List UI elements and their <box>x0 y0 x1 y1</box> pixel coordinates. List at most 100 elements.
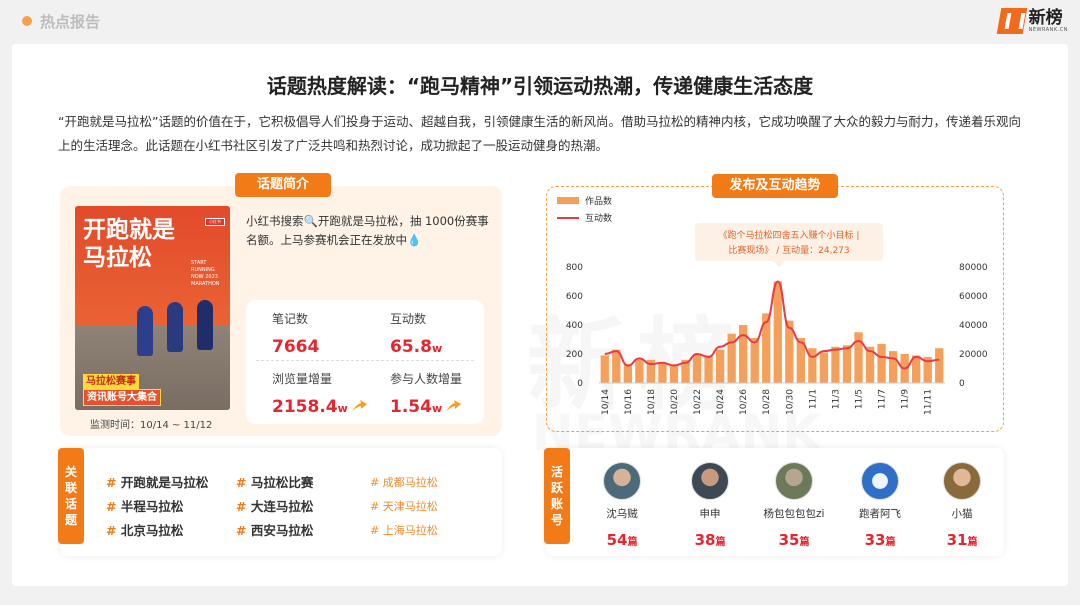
bar <box>692 354 702 383</box>
poster-tag: 资讯账号大集合 <box>83 389 161 406</box>
x-tick-label: 10/26 <box>739 389 749 415</box>
x-tick-label: 11/5 <box>855 389 865 409</box>
bar <box>819 352 829 383</box>
active-accounts-panel: 活跃账号 沈乌贼 54篇 申申 38篇 杨包包包包zi 35篇 跑者阿飞 33篇… <box>544 448 1004 556</box>
bar <box>877 343 886 383</box>
bar <box>635 359 644 383</box>
bar <box>623 364 632 383</box>
y-right-tick-label: 0 <box>959 379 965 389</box>
section-dot-icon <box>22 16 32 26</box>
bar <box>715 349 725 383</box>
y-left-tick-label: 600 <box>566 292 583 302</box>
avatar[interactable] <box>603 462 641 500</box>
x-tick-label: 10/20 <box>670 389 680 415</box>
poster-title: 开跑就是马拉松 <box>83 217 175 271</box>
account-item[interactable]: 跑者阿飞 33篇 <box>842 462 918 549</box>
active-accounts-label: 活跃账号 <box>544 448 570 544</box>
y-right-tick-label: 80000 <box>959 263 988 273</box>
trend-chart: 作品数互动数 0 200 400 600 800 0 20000 40000 60000 80000… <box>557 195 988 415</box>
avatar[interactable] <box>943 462 981 500</box>
x-tick-label: 11/9 <box>901 389 911 409</box>
x-tick-label: 11/11 <box>924 389 934 415</box>
poster-subtitle: START RUNNING NOW 2023 MARATHON <box>191 260 220 287</box>
bar <box>842 345 852 383</box>
trend-panel: 发布及互动趋势 作品数 互动数 0 200 400 600 800 0 20000 40000 60… <box>546 174 1004 432</box>
legend-label: 作品数 <box>585 195 612 207</box>
bar <box>831 346 840 383</box>
related-topic[interactable]: # 大连马拉松 <box>236 496 313 515</box>
related-topic[interactable]: # 上海马拉松 <box>370 522 438 538</box>
topic-poster-image: 开跑就是马拉松 小红书 START RUNNING NOW 2023 MARAT… <box>75 206 230 410</box>
annotation-pointer-icon <box>773 261 785 267</box>
poster-badge: 小红书 <box>205 218 225 226</box>
x-tick-label: 10/24 <box>716 389 726 415</box>
related-topic[interactable]: # 开跑就是马拉松 <box>106 472 208 491</box>
runner-figure <box>197 300 213 350</box>
legend-label: 互动数 <box>585 212 612 224</box>
x-tick-label: 11/1 <box>808 389 818 409</box>
account-item[interactable]: 申申 38篇 <box>672 462 748 549</box>
bar <box>854 332 863 383</box>
x-tick-label: 10/30 <box>785 389 795 415</box>
report-card: 新榜 NEWRANK 话题热度解读：“跑马精神”引领运动热潮，传递健康生活态度 … <box>12 44 1068 586</box>
related-topic[interactable]: # 天津马拉松 <box>370 498 438 514</box>
annotation-title: 《跑个马拉松四舍五入赚个小目标 | <box>719 229 860 241</box>
x-tick-label: 10/28 <box>762 389 772 415</box>
stat-views-increase: 浏览量增量 2158.4w <box>272 370 382 417</box>
arrow-up-icon <box>351 400 367 412</box>
related-topics-label: 关联话题 <box>58 448 84 544</box>
related-topic[interactable]: # 马拉松比赛 <box>236 472 313 491</box>
bar <box>888 351 898 383</box>
y-left-tick-label: 800 <box>566 263 583 273</box>
newrank-logo: 新榜 NEWRANK.CN <box>996 8 1068 34</box>
avatar[interactable] <box>861 462 899 500</box>
avatar[interactable] <box>775 462 813 500</box>
topic-panel: 话题简介 开跑就是马拉松 小红书 START RUNNING NOW 2023 … <box>60 173 502 436</box>
page-title: 话题热度解读：“跑马精神”引领运动热潮，传递健康生活态度 <box>266 74 814 98</box>
logo-text: 新榜 <box>1028 8 1063 28</box>
y-right-tick-label: 60000 <box>959 292 988 302</box>
bar <box>669 364 679 383</box>
topic-description: 小红书搜索🔍开跑就是马拉松，抽 1000份赛事名额。上马参赛机会正在发放中💧 <box>246 214 489 247</box>
annotation-title-2: 比赛现场》 / 互动量：24,273 <box>728 244 849 256</box>
x-tick-label: 10/18 <box>647 389 657 415</box>
avatar[interactable] <box>691 462 729 500</box>
section-title: 热点报告 <box>40 13 101 31</box>
account-item[interactable]: 小猫 31篇 <box>924 462 1000 549</box>
account-item[interactable]: 沈乌贼 54篇 <box>584 462 660 549</box>
x-tick-label: 10/16 <box>624 389 634 415</box>
bar <box>600 355 609 383</box>
top-bar: 热点报告 新榜 NEWRANK.CN <box>0 0 1080 44</box>
related-topic[interactable]: # 北京马拉松 <box>106 520 183 539</box>
y-right-tick-label: 40000 <box>959 321 988 331</box>
related-topics-panel: 关联话题 # 开跑就是马拉松 # 半程马拉松 # 北京马拉松 # 马拉松比赛 #… <box>58 448 502 556</box>
x-tick-label: 11/7 <box>878 389 888 409</box>
logo-subtext: NEWRANK.CN <box>1028 27 1068 33</box>
bar <box>658 362 667 383</box>
y-left-tick-label: 400 <box>566 321 583 331</box>
account-item[interactable]: 杨包包包包zi 35篇 <box>756 462 832 549</box>
bar <box>935 348 944 383</box>
related-topic[interactable]: # 西安马拉松 <box>236 520 313 539</box>
bar <box>750 338 759 383</box>
newrank-logo-icon <box>996 8 1027 34</box>
poster-tag: 马拉松赛事 <box>83 374 139 389</box>
x-tick-label: 11/3 <box>831 389 841 409</box>
topic-stats: 笔记数 7664 互动数 65.8w 浏览量增量 2158.4w 参与人数增量 … <box>246 300 484 424</box>
y-left-tick-label: 200 <box>566 350 583 360</box>
stat-interactions: 互动数 65.8w <box>390 312 443 357</box>
related-topic[interactable]: # 成都马拉松 <box>370 474 438 490</box>
stat-notes: 笔记数 7664 <box>272 312 320 357</box>
related-topic[interactable]: # 半程马拉松 <box>106 496 183 515</box>
topic-pill: 话题简介 <box>235 173 331 197</box>
runner-figure <box>167 302 183 352</box>
monitor-period: 监测时间：10/14 ~ 11/12 <box>90 420 213 431</box>
x-tick-label: 10/14 <box>601 389 611 415</box>
arrow-up-icon <box>446 400 462 412</box>
y-left-tick-label: 0 <box>577 379 583 389</box>
stat-participants-increase: 参与人数增量 1.54w <box>390 372 463 417</box>
runner-figure <box>137 306 153 356</box>
bar <box>773 281 782 383</box>
x-tick-label: 10/22 <box>693 389 703 415</box>
legend-swatch-works <box>557 197 579 204</box>
